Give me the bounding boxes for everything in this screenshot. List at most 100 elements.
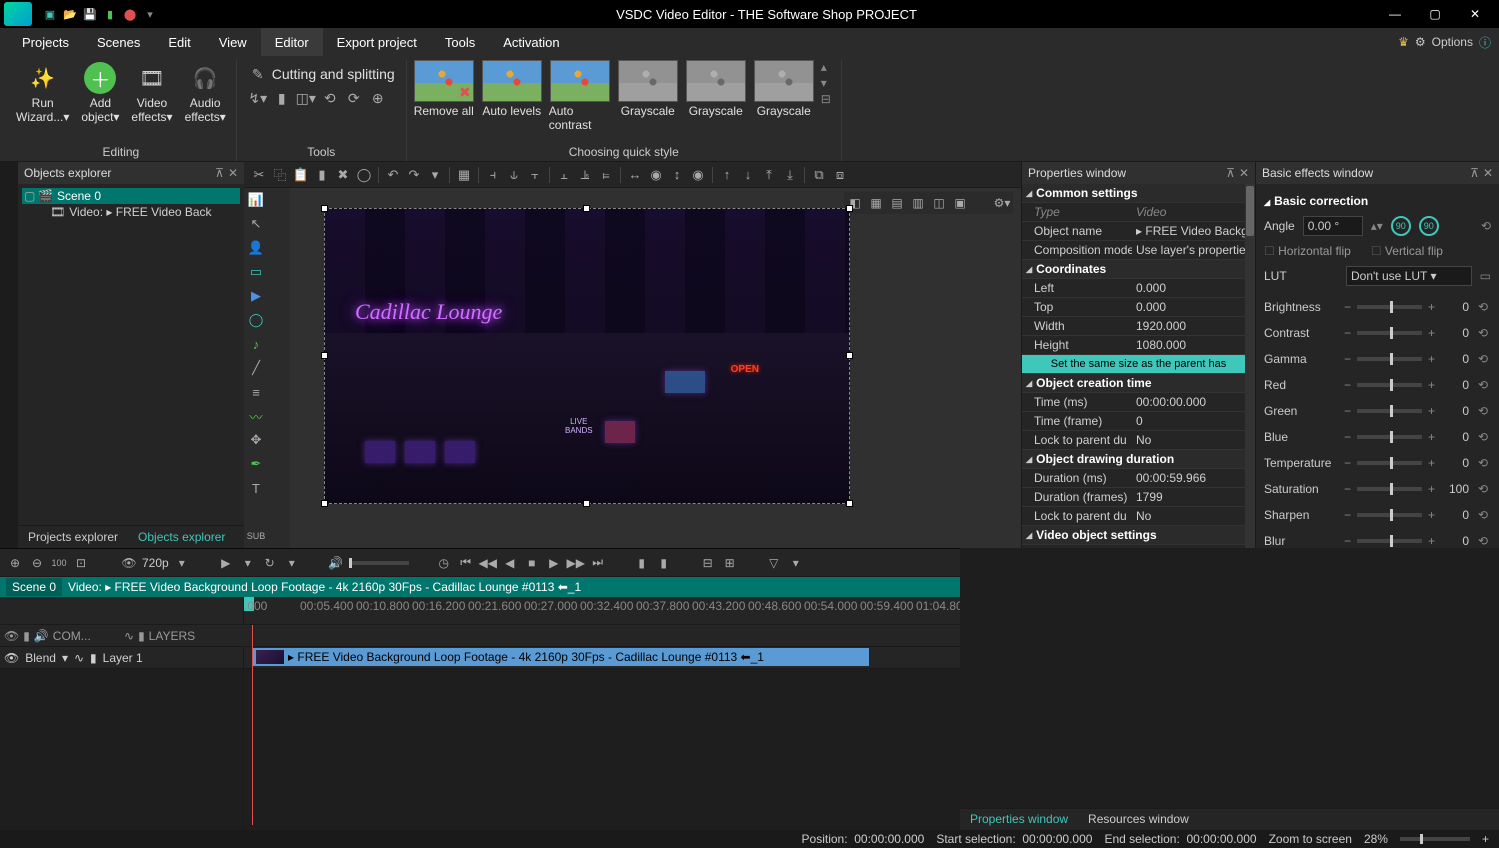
reset-angle-icon[interactable]: ⟲ [1481,219,1491,233]
scene-badge[interactable]: Scene 0 [6,578,62,596]
duplicate-icon[interactable]: ▮ [313,166,331,184]
reset-icon[interactable]: ⟲ [1475,352,1491,366]
volume-icon[interactable]: 🔊 [327,554,345,572]
plus-icon[interactable]: + [1428,456,1435,470]
arrow-bottom-icon[interactable]: ⤓ [781,166,799,184]
check-icon[interactable]: ⊕ [368,88,388,108]
vertical-flip-checkbox[interactable]: ☐ Vertical flip [1371,244,1443,258]
align-bottom-icon[interactable]: ⫢ [597,166,615,184]
razor-icon[interactable]: ⊞ [721,554,739,572]
bars-icon[interactable]: ▮ [138,629,145,643]
arrow-down-icon[interactable]: ↓ [739,166,757,184]
line-icon[interactable]: ╱ [245,357,267,379]
section-creation[interactable]: Object creation time [1022,374,1255,393]
lut-select[interactable]: Don't use LUT ▾ [1346,266,1472,286]
plus-icon[interactable]: + [1428,326,1435,340]
section-common[interactable]: Common settings [1022,184,1255,203]
plus-icon[interactable]: + [1428,352,1435,366]
arrow-up-icon[interactable]: ↑ [718,166,736,184]
same-size-action[interactable]: Set the same size as the parent has [1022,355,1255,374]
paste-icon[interactable]: 📋 [292,166,310,184]
menu-export[interactable]: Export project [323,28,431,56]
chart-icon[interactable]: 📊 [245,189,267,211]
bounds-icon[interactable]: ◫ [930,194,948,212]
grid2-icon[interactable]: ▤ [888,194,906,212]
angle-spinner-icon[interactable]: ▴▾ [1371,219,1383,233]
split-icon[interactable]: ⊟ [699,554,717,572]
eye-icon[interactable]: 👁 [120,554,138,572]
green-slider[interactable] [1357,409,1422,413]
prev-icon[interactable]: ◀ [501,554,519,572]
run-wizard-button[interactable]: ✨ RunWizard...▾ [12,60,73,127]
options-label[interactable]: Options [1432,35,1473,49]
layer-name[interactable]: Layer 1 [103,651,143,665]
reset-icon[interactable]: ⟲ [1475,430,1491,444]
scrollbar[interactable] [1245,184,1255,548]
audio-icon[interactable]: ♪ [245,333,267,355]
menu-activation[interactable]: Activation [489,28,573,56]
pointer-icon[interactable]: ↖ [245,213,267,235]
info-icon[interactable]: ⓘ [1479,34,1491,51]
zoom-out-icon[interactable]: ⊖ [28,554,46,572]
tree-video-item[interactable]: 🎞 Video: ▸ FREE Video Back [22,204,240,220]
bars-icon[interactable]: ▮ [90,651,97,665]
arrow-top-icon[interactable]: ⤒ [760,166,778,184]
tab-projects-explorer[interactable]: Projects explorer [18,526,128,548]
next-icon[interactable]: ▶▶ [567,554,585,572]
group-icon[interactable]: ⧉ [810,166,828,184]
zoom-in-icon[interactable]: ⊕ [6,554,24,572]
tab-objects-explorer[interactable]: Objects explorer [128,526,235,548]
plus-icon[interactable]: + [1428,508,1435,522]
zoom-100-icon[interactable]: 100 [50,554,68,572]
ellipse-icon[interactable]: ◯ [245,309,267,331]
reset-icon[interactable]: ⟲ [1475,508,1491,522]
blur-slider[interactable] [1357,539,1422,543]
phone-icon[interactable]: ▮ [102,6,118,22]
reset-icon[interactable]: ⟲ [1475,456,1491,470]
minimize-button[interactable]: — [1375,0,1415,28]
distrib-h-icon[interactable]: ↔ [626,166,644,184]
clock-icon[interactable]: ◷ [435,554,453,572]
gamma-slider[interactable] [1357,357,1422,361]
styles-up-icon[interactable]: ▴ [821,60,835,74]
align-left-icon[interactable]: ⫞ [484,166,502,184]
horizontal-flip-checkbox[interactable]: ☐ Horizontal flip [1264,244,1351,258]
properties-list[interactable]: Common settings TypeVideo Object name▸ F… [1022,184,1255,548]
align-middle-icon[interactable]: ⫡ [576,166,594,184]
lut-browse-icon[interactable]: ▭ [1480,269,1491,283]
zoom-plus-icon[interactable]: + [1482,832,1489,846]
blend-mode-select[interactable]: Blend [25,651,56,665]
rotate-90-icon[interactable]: ⟳ [344,88,364,108]
waveform-icon[interactable]: ∿ [124,629,134,643]
menu-view[interactable]: View [205,28,261,56]
reset-icon[interactable]: ⟲ [1475,482,1491,496]
track-lane[interactable]: ▸ FREE Video Background Loop Footage - 4… [244,647,960,668]
chevron-down-icon[interactable]: ▾ [239,554,257,572]
menu-editor[interactable]: Editor [261,28,323,56]
delete-icon[interactable]: ✖ [334,166,352,184]
volume-slider[interactable] [349,561,409,565]
plus-icon[interactable]: + [1428,482,1435,496]
style-grayscale-2[interactable]: Grayscale [685,60,747,118]
menu-scenes[interactable]: Scenes [83,28,154,56]
align-center-icon[interactable]: ⫝ [505,166,523,184]
grid-icon[interactable]: ▦ [867,194,885,212]
brightness-slider[interactable] [1357,305,1422,309]
subtitle-icon[interactable]: SUB [245,525,267,547]
section-drawing[interactable]: Object drawing duration [1022,450,1255,469]
style-remove-all[interactable]: ✖Remove all [413,60,475,118]
chevron-down-icon[interactable]: ▾ [426,166,444,184]
section-coords[interactable]: Coordinates [1022,260,1255,279]
text-icon[interactable]: T [245,477,267,499]
select-icon[interactable]: ▦ [455,166,473,184]
plus-icon[interactable]: + [1428,534,1435,548]
loop-icon[interactable]: ↻ [261,554,279,572]
rotate-left-90-button[interactable]: 90 [1391,216,1411,236]
saturation-slider[interactable] [1357,487,1422,491]
minus-icon[interactable]: − [1344,404,1351,418]
pin-icon[interactable]: ⊼ [1226,166,1235,180]
align-top-icon[interactable]: ⫠ [555,166,573,184]
chevron-down-icon[interactable]: ▾ [173,554,191,572]
tab-resources-window[interactable]: Resources window [1078,809,1199,830]
safe-icon[interactable]: ▣ [951,194,969,212]
